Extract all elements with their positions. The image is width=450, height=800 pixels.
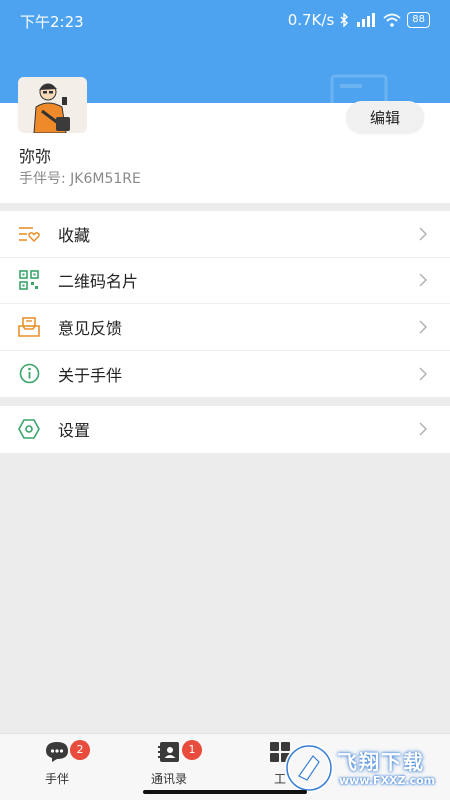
wifi-icon [383, 13, 401, 27]
chevron-right-icon [419, 227, 428, 241]
battery-indicator: 88 [407, 12, 430, 28]
tab-contacts[interactable]: 通讯录 1 [124, 740, 214, 787]
menu-item-favorites[interactable]: 收藏 [0, 211, 450, 258]
status-indicators: 0.7K/s 88 [288, 11, 430, 29]
menu-group-main: 收藏 二维码名片 意见反馈 关于手伴 [0, 211, 450, 397]
avatar[interactable] [18, 77, 87, 133]
menu-item-qr-card[interactable]: 二维码名片 [0, 258, 450, 304]
info-icon [18, 363, 40, 385]
menu-item-settings[interactable]: 设置 [0, 406, 450, 453]
unread-badge: 2 [70, 740, 90, 760]
watermark-text: 飞翔下载 [337, 750, 425, 774]
watermark-url: www.FXXZ.com [339, 774, 436, 787]
menu-group-settings: 设置 [0, 406, 450, 453]
menu-label: 二维码名片 [58, 272, 139, 292]
home-indicator[interactable] [143, 790, 307, 794]
favorites-icon [18, 223, 40, 245]
contacts-icon [158, 742, 179, 762]
qr-code-icon [18, 269, 40, 291]
feedback-icon [18, 316, 40, 338]
chevron-right-icon [419, 273, 428, 287]
tab-shouban[interactable]: 手伴 2 [12, 740, 102, 787]
chevron-right-icon [419, 320, 428, 334]
menu-label: 意见反馈 [58, 318, 123, 338]
menu-label: 关于手伴 [58, 365, 123, 385]
menu-item-feedback[interactable]: 意见反馈 [0, 304, 450, 351]
menu-label: 收藏 [58, 225, 91, 245]
cellular-signal-icon [357, 13, 376, 27]
chat-icon [46, 742, 68, 762]
chevron-right-icon [419, 367, 428, 381]
user-id: 手伴号: JK6M51RE [19, 171, 141, 187]
unread-badge: 1 [182, 740, 202, 760]
site-watermark: 飞翔下载 www.FXXZ.com [283, 740, 445, 795]
user-name: 弥弥 [19, 147, 52, 166]
bluetooth-icon [340, 13, 349, 27]
settings-icon [18, 418, 40, 440]
network-speed: 0.7K/s [287, 11, 335, 29]
chevron-right-icon [419, 422, 428, 436]
menu-label: 设置 [58, 421, 91, 441]
avatar-illustration-icon [18, 77, 87, 133]
tab-label: 手伴 [44, 772, 69, 786]
tab-label: 通讯录 [150, 772, 187, 786]
watermark-logo-icon [284, 743, 334, 793]
profile-card: 编辑 弥弥 手伴号: JK6M51RE [0, 77, 450, 203]
status-time: 下午2:23 [20, 13, 84, 31]
status-bar: 下午2:23 0.7K/s 88 [0, 0, 450, 40]
edit-profile-button[interactable]: 编辑 [346, 101, 424, 133]
menu-item-about[interactable]: 关于手伴 [0, 351, 450, 398]
